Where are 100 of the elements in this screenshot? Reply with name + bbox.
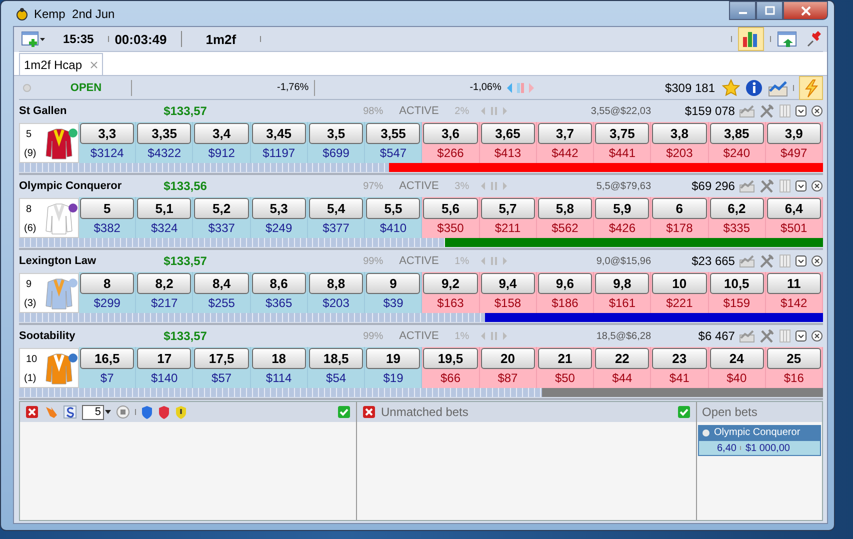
lay-price-button[interactable]: 5,7	[480, 198, 535, 219]
line-chart-icon[interactable]	[738, 179, 755, 193]
close-icon[interactable]	[810, 255, 823, 267]
lay-price-button[interactable]: 23	[652, 348, 707, 369]
tools-icon[interactable]	[758, 179, 775, 193]
lay-price-button[interactable]: 6	[652, 198, 707, 219]
lay-price-button[interactable]: 19,5	[423, 348, 478, 369]
cancel-icon[interactable]	[362, 405, 376, 419]
new-window-icon[interactable]	[21, 30, 45, 48]
lay-price-button[interactable]: 9,6	[538, 273, 592, 294]
dropdown-arrow-icon[interactable]	[105, 410, 111, 414]
back-price-button[interactable]: 5,1	[137, 198, 192, 219]
lay-price-button[interactable]: 11	[766, 273, 821, 294]
lightning-icon[interactable]	[799, 76, 823, 100]
playback-controls-icon[interactable]	[506, 80, 536, 94]
open-bet-detail[interactable]: 6,40 $1 000,00	[698, 440, 821, 456]
strategy-icon[interactable]	[63, 405, 77, 419]
back-price-button[interactable]: 3,5	[308, 123, 364, 144]
tools-icon[interactable]	[758, 329, 775, 343]
stake-spinner[interactable]: 5	[82, 404, 104, 420]
line-chart-icon[interactable]	[738, 329, 755, 343]
lay-price-button[interactable]: 3,75	[595, 123, 650, 144]
line-chart-icon[interactable]	[768, 78, 788, 96]
lay-price-button[interactable]: 9,4	[480, 273, 535, 294]
confirm-icon[interactable]	[677, 405, 691, 419]
back-price-button[interactable]: 3,55	[366, 123, 420, 144]
lay-price-button[interactable]: 21	[538, 348, 592, 369]
line-chart-icon[interactable]	[738, 254, 755, 268]
lay-amount: $203	[665, 145, 694, 162]
lay-price-button[interactable]: 24	[710, 348, 764, 369]
dropdown-icon[interactable]	[794, 105, 807, 117]
lay-price-button[interactable]: 25	[766, 348, 821, 369]
back-price-button[interactable]: 19	[366, 348, 420, 369]
dropdown-icon[interactable]	[794, 255, 807, 267]
lay-price-button[interactable]: 10	[652, 273, 707, 294]
close-icon[interactable]	[810, 180, 823, 192]
back-price-button[interactable]: 5,4	[308, 198, 364, 219]
lay-price-button[interactable]: 5,8	[538, 198, 592, 219]
back-price-button[interactable]: 5,5	[366, 198, 420, 219]
stop-icon[interactable]	[116, 405, 130, 419]
pin-icon[interactable]	[805, 30, 823, 48]
lay-price-button[interactable]: 3,65	[480, 123, 535, 144]
warning-shield-icon[interactable]	[175, 405, 187, 419]
cancel-icon[interactable]	[25, 405, 39, 419]
close-button[interactable]	[783, 1, 828, 20]
lay-amount: $163	[436, 295, 465, 312]
lay-price-button[interactable]: 6,2	[710, 198, 764, 219]
back-price-button[interactable]: 3,45	[252, 123, 306, 144]
back-price-button[interactable]: 17,5	[194, 348, 249, 369]
back-price-button[interactable]: 5	[80, 198, 134, 219]
shield-icon[interactable]	[141, 405, 153, 419]
back-price-button[interactable]: 8,8	[308, 273, 364, 294]
open-bet-header[interactable]: Olympic Conqueror	[698, 425, 821, 440]
win-amount: $133,56	[164, 179, 208, 193]
close-icon[interactable]	[810, 105, 823, 117]
lay-price-button[interactable]: 9,2	[423, 273, 478, 294]
back-price-button[interactable]: 3,3	[80, 123, 134, 144]
runner-status: ACTIVE	[399, 105, 440, 117]
back-price-button[interactable]: 16,5	[80, 348, 134, 369]
star-icon[interactable]	[722, 78, 740, 96]
shield-icon[interactable]	[158, 405, 170, 419]
lay-price-button[interactable]: 5,9	[595, 198, 650, 219]
lay-price-button[interactable]: 10,5	[710, 273, 764, 294]
minimize-button[interactable]	[729, 1, 756, 20]
lay-price-button[interactable]: 3,8	[652, 123, 707, 144]
lay-price-button[interactable]: 3,9	[766, 123, 821, 144]
lay-price-button[interactable]: 20	[480, 348, 535, 369]
close-icon[interactable]	[810, 330, 823, 342]
back-price-button[interactable]: 18,5	[308, 348, 364, 369]
back-price-button[interactable]: 8,2	[137, 273, 192, 294]
back-price-button[interactable]: 3,35	[137, 123, 192, 144]
line-chart-icon[interactable]	[738, 104, 755, 118]
window-upload-icon[interactable]	[777, 30, 799, 48]
back-price-button[interactable]: 17	[137, 348, 192, 369]
confirm-icon[interactable]	[337, 405, 351, 419]
lay-price-button[interactable]: 22	[595, 348, 650, 369]
lay-price-button[interactable]: 3,85	[710, 123, 764, 144]
back-price-button[interactable]: 9	[366, 273, 420, 294]
back-price-button[interactable]: 8	[80, 273, 134, 294]
tools-icon[interactable]	[758, 254, 775, 268]
lay-price-button[interactable]: 5,6	[423, 198, 478, 219]
back-price-button[interactable]: 8,4	[194, 273, 249, 294]
back-price-button[interactable]: 8,6	[252, 273, 306, 294]
dropdown-icon[interactable]	[794, 330, 807, 342]
lay-price-button[interactable]: 3,7	[538, 123, 592, 144]
lay-amount: $16	[782, 370, 805, 387]
lay-price-button[interactable]: 3,6	[423, 123, 478, 144]
tools-icon[interactable]	[758, 104, 775, 118]
lay-price-button[interactable]: 6,4	[766, 198, 821, 219]
dropdown-icon[interactable]	[794, 180, 807, 192]
back-amount: $255	[207, 295, 236, 312]
lay-price-button[interactable]: 9,8	[595, 273, 650, 294]
bar-chart-icon[interactable]	[738, 27, 764, 51]
back-price-button[interactable]: 5,3	[252, 198, 306, 219]
market-tab[interactable]: 1m2f Hcap	[19, 53, 104, 75]
back-price-button[interactable]: 3,4	[194, 123, 249, 144]
back-price-button[interactable]: 5,2	[194, 198, 249, 219]
info-icon[interactable]	[745, 78, 763, 96]
back-price-button[interactable]: 18	[252, 348, 306, 369]
maximize-button[interactable]	[756, 1, 783, 20]
